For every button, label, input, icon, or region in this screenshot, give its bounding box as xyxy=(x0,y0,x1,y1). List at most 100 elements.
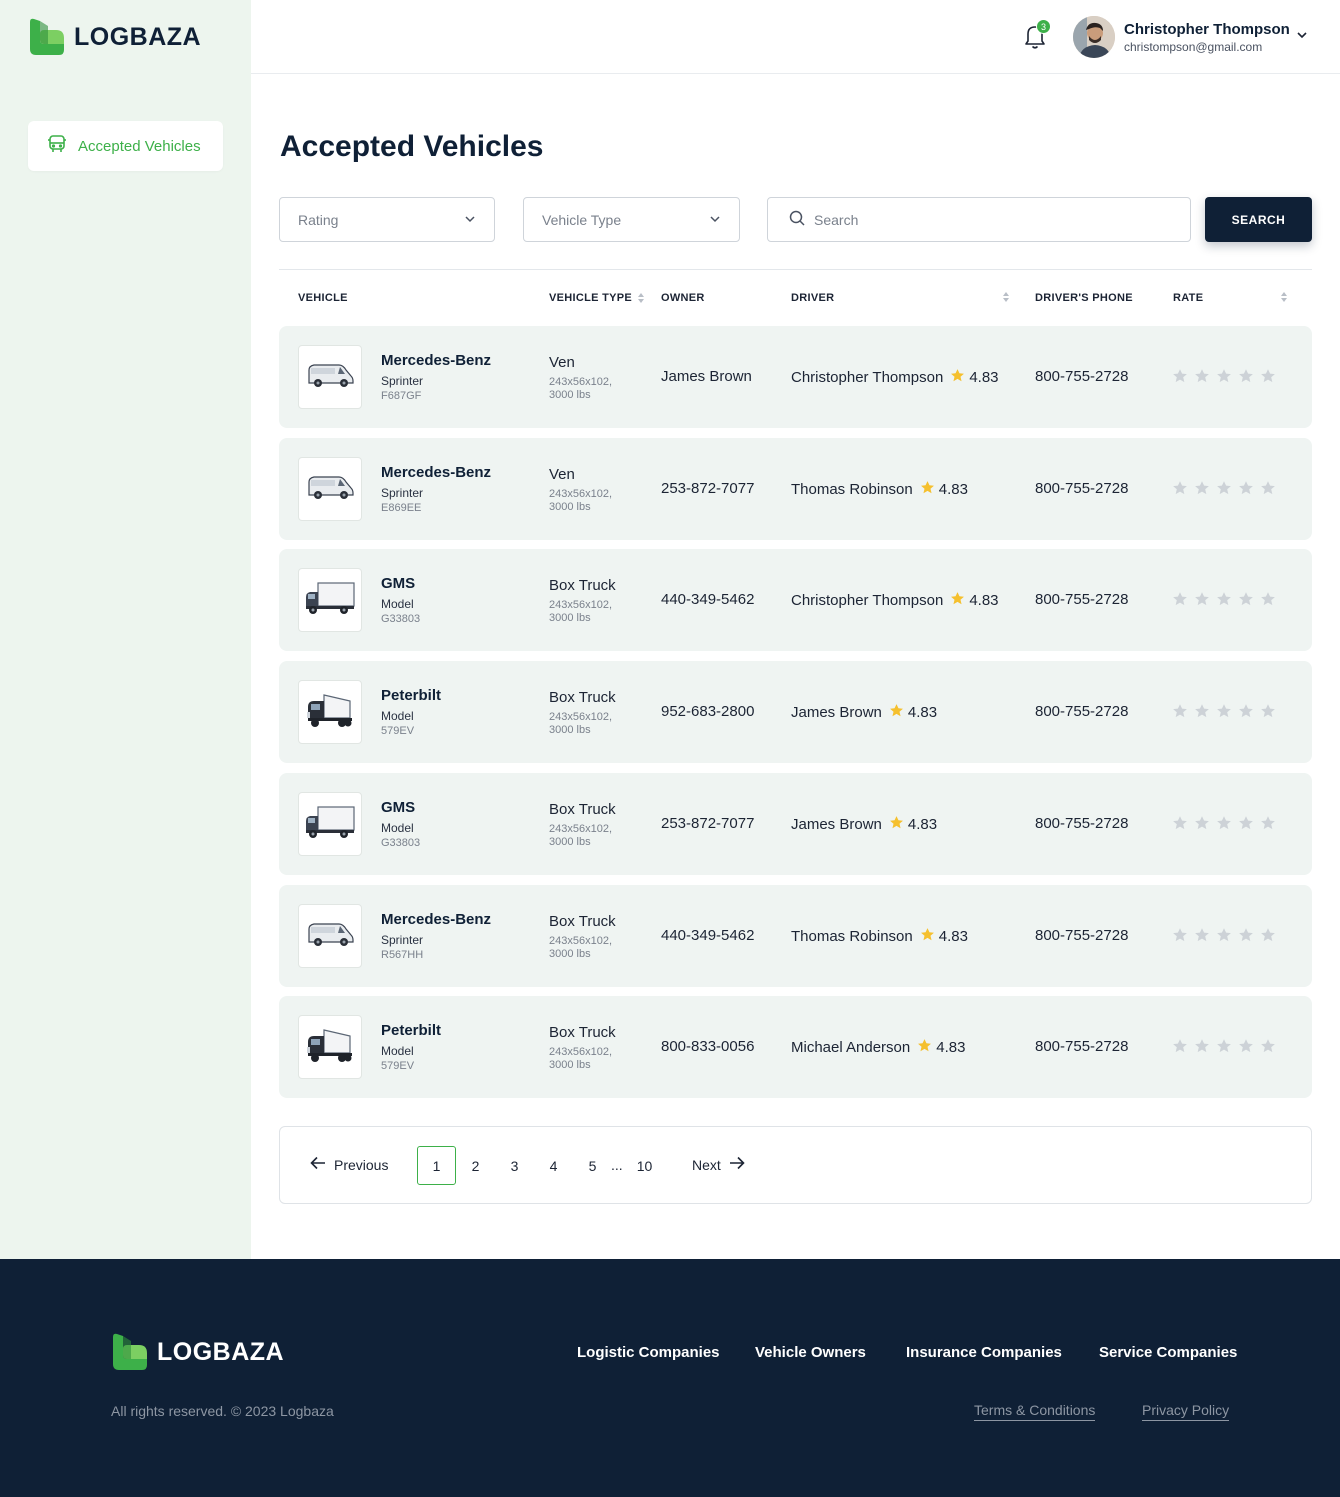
search-field[interactable] xyxy=(767,197,1191,242)
drivers-phone: 800-755-2728 xyxy=(1035,1038,1129,1055)
previous-page-button[interactable]: Previous xyxy=(310,1156,388,1173)
rate-star-icon[interactable] xyxy=(1238,815,1254,836)
vehicle-plate: R567HH xyxy=(381,949,424,961)
rate-star-icon[interactable] xyxy=(1194,703,1210,724)
column-header-driver[interactable]: DRIVER xyxy=(791,292,834,304)
footer-link-vehicle-owners[interactable]: Vehicle Owners xyxy=(755,1344,866,1361)
search-input[interactable] xyxy=(814,211,1174,228)
table-row[interactable]: Mercedes-Benz Sprinter F687GF Ven 243x56x102… xyxy=(279,326,1312,428)
rate-star-icon[interactable] xyxy=(1172,591,1188,612)
page-button-last[interactable]: 10 xyxy=(625,1146,664,1185)
table-row[interactable]: Mercedes-Benz Sprinter E869EE Ven 243x56x102… xyxy=(279,438,1312,540)
rate-star-icon[interactable] xyxy=(1260,368,1276,389)
table-row[interactable]: Mercedes-Benz Sprinter R567HH Box Truck 243x… xyxy=(279,885,1312,987)
rate-stars[interactable] xyxy=(1172,703,1276,724)
vehicle-thumbnail xyxy=(298,680,362,744)
rate-stars[interactable] xyxy=(1172,591,1276,612)
rate-star-icon[interactable] xyxy=(1172,368,1188,389)
page-button[interactable]: 2 xyxy=(456,1146,495,1185)
brand-logo[interactable]: LOGBAZA xyxy=(28,18,201,56)
rate-star-icon[interactable] xyxy=(1216,703,1232,724)
rate-star-icon[interactable] xyxy=(1216,815,1232,836)
rate-star-icon[interactable] xyxy=(1216,1038,1232,1059)
vehicle-thumbnail xyxy=(298,568,362,632)
footer-link-logistic-companies[interactable]: Logistic Companies xyxy=(577,1344,720,1361)
vehicle-model: Model xyxy=(381,709,414,723)
rate-stars[interactable] xyxy=(1172,480,1276,501)
rate-stars[interactable] xyxy=(1172,815,1276,836)
sort-icon[interactable] xyxy=(1281,292,1287,302)
page-button[interactable]: 4 xyxy=(534,1146,573,1185)
rate-star-icon[interactable] xyxy=(1172,815,1188,836)
page-button[interactable]: 5 xyxy=(573,1146,612,1185)
rate-star-icon[interactable] xyxy=(1216,368,1232,389)
page-button[interactable]: 3 xyxy=(495,1146,534,1185)
vehicle-plate: E869EE xyxy=(381,502,422,514)
rate-star-icon[interactable] xyxy=(1216,591,1232,612)
rate-star-icon[interactable] xyxy=(1172,1038,1188,1059)
rate-stars[interactable] xyxy=(1172,1038,1276,1059)
rate-star-icon[interactable] xyxy=(1194,1038,1210,1059)
user-name[interactable]: Christopher Thompson xyxy=(1124,21,1290,38)
footer-link-insurance-companies[interactable]: Insurance Companies xyxy=(906,1344,1062,1361)
table-row[interactable]: GMS Model G33803 Box Truck 243x56x102, 3000 l… xyxy=(279,549,1312,651)
rate-star-icon[interactable] xyxy=(1194,815,1210,836)
rate-stars[interactable] xyxy=(1172,368,1276,389)
column-header-rate[interactable]: RATE xyxy=(1173,292,1203,304)
rate-star-icon[interactable] xyxy=(1238,927,1254,948)
rate-star-icon[interactable] xyxy=(1194,927,1210,948)
rate-star-icon[interactable] xyxy=(1260,703,1276,724)
avatar[interactable] xyxy=(1073,16,1115,58)
vehicle-dimensions: 243x56x102, 3000 lbs xyxy=(549,711,612,736)
rate-stars[interactable] xyxy=(1172,927,1276,948)
vehicle-make: Peterbilt xyxy=(381,1022,442,1039)
vehicle-type: Box Truck xyxy=(549,689,616,706)
table-row[interactable]: Peterbilt Model 579EV Box Truck 243x56x102, 3… xyxy=(279,996,1312,1098)
sidebar-item-accepted-vehicles[interactable]: Accepted Vehicles xyxy=(28,121,223,171)
rate-star-icon[interactable] xyxy=(1194,480,1210,501)
owner: 440-349-5462 xyxy=(661,927,755,944)
vehicle-plate: G33803 xyxy=(381,837,421,849)
vehicle-make: Mercedes-Benz xyxy=(381,911,492,928)
sort-icon[interactable] xyxy=(638,293,645,303)
rate-star-icon[interactable] xyxy=(1260,815,1276,836)
rate-star-icon[interactable] xyxy=(1260,1038,1276,1059)
chevron-down-icon[interactable] xyxy=(1295,28,1309,47)
rate-star-icon[interactable] xyxy=(1238,1038,1254,1059)
vehicle-type: Box Truck xyxy=(549,801,616,818)
rate-star-icon[interactable] xyxy=(1216,480,1232,501)
rate-star-icon[interactable] xyxy=(1216,927,1232,948)
rate-star-icon[interactable] xyxy=(1260,591,1276,612)
rate-star-icon[interactable] xyxy=(1238,480,1254,501)
next-page-button[interactable]: Next xyxy=(692,1156,745,1173)
rate-star-icon[interactable] xyxy=(1238,591,1254,612)
rating-select[interactable]: Rating xyxy=(279,197,495,242)
page-ellipsis: ... xyxy=(611,1157,623,1173)
logo-text: LOGBAZA xyxy=(74,22,202,51)
vehicle-type-select[interactable]: Vehicle Type xyxy=(523,197,740,242)
column-header-vehicle-type[interactable]: VEHICLE TYPE xyxy=(549,292,645,304)
table-row[interactable]: Peterbilt Model 579EV Box Truck 243x56x102, 3… xyxy=(279,661,1312,763)
rate-star-icon[interactable] xyxy=(1238,703,1254,724)
rate-star-icon[interactable] xyxy=(1238,368,1254,389)
page-button[interactable]: 1 xyxy=(417,1146,456,1185)
rate-star-icon[interactable] xyxy=(1172,480,1188,501)
vehicle-dimensions: 243x56x102, 3000 lbs xyxy=(549,599,612,624)
vehicle-dimensions: 243x56x102, 3000 lbs xyxy=(549,376,612,401)
footer-logo[interactable]: LOGBAZA xyxy=(111,1333,284,1371)
driver-rating: 4.83 xyxy=(920,480,968,499)
rate-star-icon[interactable] xyxy=(1194,591,1210,612)
rate-star-icon[interactable] xyxy=(1172,927,1188,948)
terms-link[interactable]: Terms & Conditions xyxy=(974,1402,1096,1421)
privacy-link[interactable]: Privacy Policy xyxy=(1142,1402,1230,1421)
star-icon xyxy=(920,480,935,499)
search-button[interactable]: SEARCH xyxy=(1205,197,1312,242)
rate-star-icon[interactable] xyxy=(1260,927,1276,948)
table-row[interactable]: GMS Model G33803 Box Truck 243x56x102, 3000 l… xyxy=(279,773,1312,875)
sort-icon[interactable] xyxy=(1003,292,1009,302)
rate-star-icon[interactable] xyxy=(1260,480,1276,501)
rate-star-icon[interactable] xyxy=(1194,368,1210,389)
vehicle-thumbnail xyxy=(298,457,362,521)
rate-star-icon[interactable] xyxy=(1172,703,1188,724)
footer-link-service-companies[interactable]: Service Companies xyxy=(1099,1344,1237,1361)
